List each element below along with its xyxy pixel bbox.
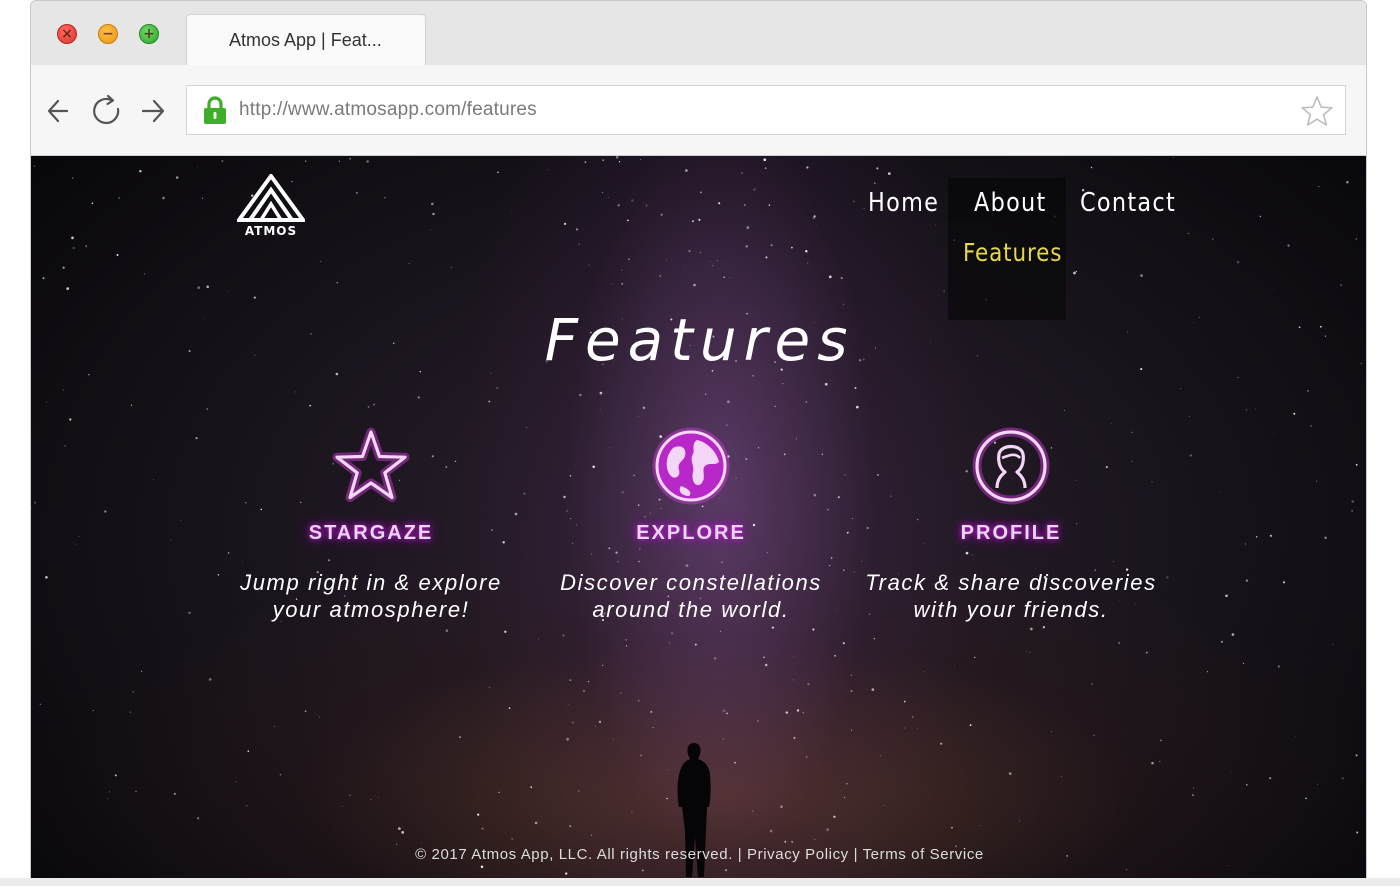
address-bar[interactable]: http://www.atmosapp.com/features — [186, 85, 1346, 135]
feature-desc-explore: Discover constellations around the world… — [521, 569, 861, 623]
tab-title: Atmos App | Feat... — [229, 30, 382, 50]
feature-title-stargaze: STARGAZE — [308, 522, 434, 544]
feature-desc-profile: Track & share discoveries with your frie… — [841, 569, 1181, 623]
minimize-window-button[interactable]: − — [98, 24, 118, 44]
lock-icon — [204, 96, 226, 124]
terms-of-service-link[interactable]: Terms of Service — [863, 846, 984, 863]
feature-title-explore: EXPLORE — [636, 522, 746, 544]
feature-desc-line1: Jump right in & explore — [240, 570, 502, 595]
footer-separator: | — [737, 846, 743, 863]
bookmark-star-icon[interactable] — [1299, 94, 1335, 128]
feature-explore: EXPLORE Discover constellations around t… — [521, 426, 861, 623]
feature-desc-line1: Track & share discoveries — [865, 570, 1157, 595]
user-profile-icon[interactable] — [971, 426, 1051, 506]
globe-icon[interactable] — [651, 426, 731, 506]
reload-icon[interactable] — [89, 93, 125, 129]
window-bottom-edge — [0, 878, 1400, 886]
feature-profile: PROFILE Track & share discoveries with y… — [841, 426, 1181, 623]
forward-arrow-icon[interactable] — [137, 93, 173, 129]
nav-about[interactable]: About — [974, 188, 1047, 218]
page-footer: © 2017 Atmos App, LLC. All rights reserv… — [31, 846, 1366, 863]
feature-desc-line2: with your friends. — [913, 597, 1109, 622]
url-text: http://www.atmosapp.com/features — [239, 99, 537, 120]
logo-text: ATMOS — [244, 224, 298, 238]
about-dropdown-menu: Features — [948, 220, 1066, 320]
minimize-icon: − — [102, 26, 114, 42]
back-arrow-icon[interactable] — [43, 93, 79, 129]
browser-toolbar: http://www.atmosapp.com/features — [31, 65, 1366, 156]
feature-title-profile: PROFILE — [960, 522, 1062, 544]
browser-window: × − + Atmos App | Feat... http://www.atm… — [30, 0, 1367, 886]
page-title: Features — [544, 306, 855, 374]
feature-desc-line2: your atmosphere! — [272, 597, 470, 622]
close-window-button[interactable]: × — [57, 24, 77, 44]
nav-dropdown-features[interactable]: Features — [963, 238, 1062, 267]
feature-desc-stargaze: Jump right in & explore your atmosphere! — [201, 569, 541, 623]
site-nav: Home About Contact — [31, 176, 1366, 226]
feature-desc-line2: around the world. — [592, 597, 790, 622]
feature-desc-line1: Discover constellations — [560, 570, 822, 595]
page-viewport: ATMOS Features Home About Contact Featur… — [31, 156, 1366, 879]
nav-contact[interactable]: Contact — [1080, 188, 1176, 218]
maximize-icon: + — [143, 26, 155, 42]
maximize-window-button[interactable]: + — [139, 24, 159, 44]
footer-copyright: © 2017 Atmos App, LLC. All rights reserv… — [415, 846, 733, 863]
privacy-policy-link[interactable]: Privacy Policy — [747, 846, 849, 863]
browser-tab[interactable]: Atmos App | Feat... — [186, 14, 426, 66]
tab-bar: × − + Atmos App | Feat... — [31, 1, 1366, 66]
close-icon: × — [61, 26, 73, 42]
star-icon[interactable] — [331, 426, 411, 506]
footer-separator: | — [853, 846, 859, 863]
nav-home[interactable]: Home — [868, 188, 939, 218]
feature-stargaze: STARGAZE Jump right in & explore your at… — [201, 426, 541, 623]
